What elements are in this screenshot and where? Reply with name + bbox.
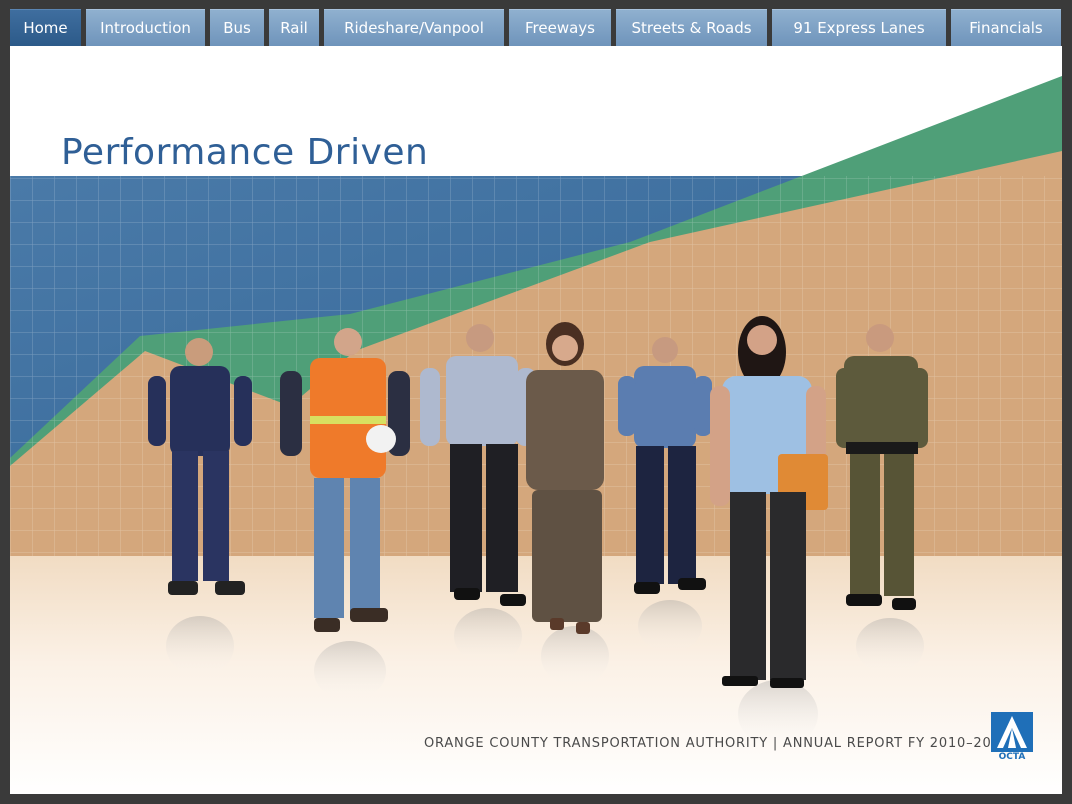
nav-rail[interactable]: Rail (269, 9, 319, 46)
octa-logo-text: OCTA (998, 752, 1026, 762)
nav-bus[interactable]: Bus (210, 9, 264, 46)
page-title: Performance Driven (61, 132, 429, 173)
cover-page: Performance Driven ORANGE COUNTY TRANSPO… (10, 46, 1062, 794)
main-nav: Home Introduction Bus Rail Rideshare/Van… (10, 9, 1062, 46)
nav-home[interactable]: Home (10, 9, 81, 46)
nav-financials[interactable]: Financials (951, 9, 1061, 46)
nav-freeways[interactable]: Freeways (509, 9, 611, 46)
nav-91-express-lanes[interactable]: 91 Express Lanes (772, 9, 946, 46)
nav-rideshare-vanpool[interactable]: Rideshare/Vanpool (324, 9, 504, 46)
report-footer: ORANGE COUNTY TRANSPORTATION AUTHORITY |… (424, 736, 1010, 751)
nav-introduction[interactable]: Introduction (86, 9, 205, 46)
nav-streets-roads[interactable]: Streets & Roads (616, 9, 767, 46)
